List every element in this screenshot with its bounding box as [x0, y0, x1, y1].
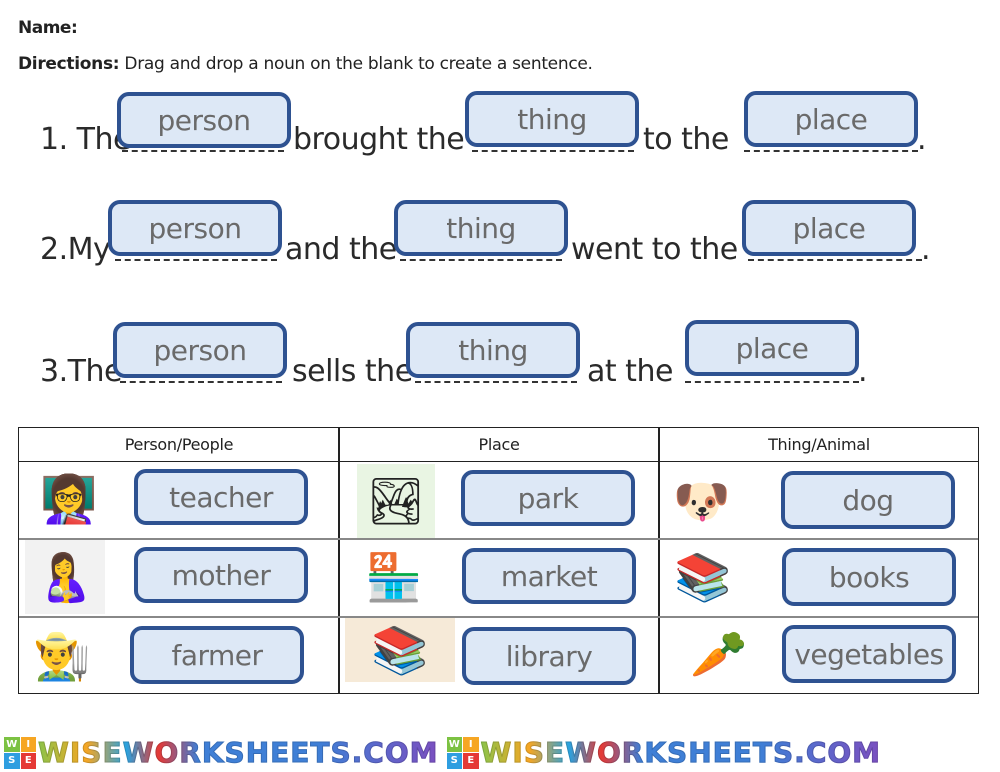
directions-label: Directions: — [18, 54, 120, 74]
drop-blank[interactable] — [472, 150, 634, 152]
wise-logo-icon: W I S E — [446, 736, 479, 769]
drag-chip-thing[interactable]: thing — [406, 322, 580, 378]
brand-logo-1: W I S E WISEWORKSHEETS.COM — [4, 736, 439, 770]
logo-letter: I — [463, 736, 479, 752]
sentence-2-part-2: and the — [285, 232, 397, 267]
logo-letter: W — [4, 736, 20, 752]
header-person-people: Person/People — [19, 428, 339, 462]
dog-icon: 🐶 — [673, 473, 731, 528]
row-divider — [19, 538, 978, 540]
drag-chip-thing[interactable]: thing — [394, 200, 568, 256]
sentence-2-end: . — [921, 232, 931, 267]
drop-blank[interactable] — [122, 150, 284, 152]
sentence-1-end: . — [917, 122, 927, 157]
wise-logo-icon: W I S E — [4, 736, 36, 769]
sentence-2-part-1: 2.My — [40, 232, 111, 267]
drop-blank[interactable] — [415, 381, 577, 383]
logo-letter: E — [20, 753, 36, 769]
drag-chip-place[interactable]: place — [742, 200, 916, 256]
word-chip-park[interactable]: park — [461, 470, 635, 526]
name-label: Name: — [18, 18, 78, 38]
drop-blank[interactable] — [685, 381, 859, 383]
drag-chip-place[interactable]: place — [685, 320, 859, 376]
logo-letter: E — [463, 753, 479, 769]
drag-chip-person[interactable]: person — [108, 200, 282, 256]
sentence-1-part-2: brought the — [293, 122, 465, 157]
drag-chip-person[interactable]: person — [113, 322, 287, 378]
sentence-3-part-2: sells the — [292, 354, 413, 389]
drop-blank[interactable] — [748, 259, 922, 261]
mother-icon: 🤱 — [25, 540, 105, 614]
word-chip-dog[interactable]: dog — [781, 471, 955, 529]
word-chip-library[interactable]: library — [462, 627, 636, 685]
drag-chip-thing[interactable]: thing — [465, 91, 639, 147]
word-chip-farmer[interactable]: farmer — [130, 626, 304, 684]
logo-letter: W — [446, 736, 463, 752]
word-chip-mother[interactable]: mother — [134, 547, 308, 603]
directions-text: Drag and drop a noun on the blank to cre… — [119, 54, 593, 74]
market-icon: 🏪 — [365, 549, 423, 604]
books-icon: 📚 — [674, 549, 732, 604]
directions: Directions: Drag and drop a noun on the … — [18, 54, 593, 74]
word-chip-books[interactable]: books — [782, 548, 956, 606]
drop-blank[interactable] — [400, 259, 562, 261]
footer-branding: W I S E WISEWORKSHEETS.COM W I S E WISEW… — [0, 735, 1000, 770]
drop-blank[interactable] — [115, 259, 277, 261]
drop-blank[interactable] — [120, 381, 282, 383]
park-icon: 🏞 — [357, 464, 435, 538]
column-divider — [658, 428, 660, 693]
drag-chip-place[interactable]: place — [744, 91, 918, 147]
sentence-3-end: . — [858, 354, 868, 389]
column-divider — [338, 428, 340, 693]
brand-text: WISEWORKSHEETS.COM — [38, 736, 439, 770]
logo-letter: S — [446, 753, 463, 769]
word-chip-vegetables[interactable]: vegetables — [782, 625, 956, 683]
sentence-3-part-3: at the — [587, 354, 673, 389]
logo-letter: S — [4, 753, 20, 769]
brand-logo-2: W I S E WISEWORKSHEETS.COM — [446, 736, 882, 770]
word-chip-teacher[interactable]: teacher — [134, 469, 308, 525]
vegetables-icon: 🥕 — [690, 626, 748, 681]
sentence-1-part-3: to the — [643, 122, 729, 157]
brand-text: WISEWORKSHEETS.COM — [480, 736, 882, 770]
sentence-2-part-3: went to the — [571, 232, 738, 267]
drag-chip-person[interactable]: person — [117, 92, 291, 148]
header-place: Place — [339, 428, 659, 462]
logo-letter: I — [20, 736, 36, 752]
drop-blank[interactable] — [744, 150, 918, 152]
library-icon: 📚 — [345, 618, 455, 682]
sentence-3-part-1: 3.The — [40, 354, 122, 389]
header-thing-animal: Thing/Animal — [659, 428, 979, 462]
teacher-icon: 👩‍🏫 — [40, 471, 98, 526]
word-chip-market[interactable]: market — [462, 548, 636, 604]
farmer-icon: 👨‍🌾 — [33, 628, 91, 683]
noun-table: Person/People Place Thing/Animal 👩‍🏫 tea… — [18, 427, 979, 694]
row-divider — [19, 616, 978, 618]
